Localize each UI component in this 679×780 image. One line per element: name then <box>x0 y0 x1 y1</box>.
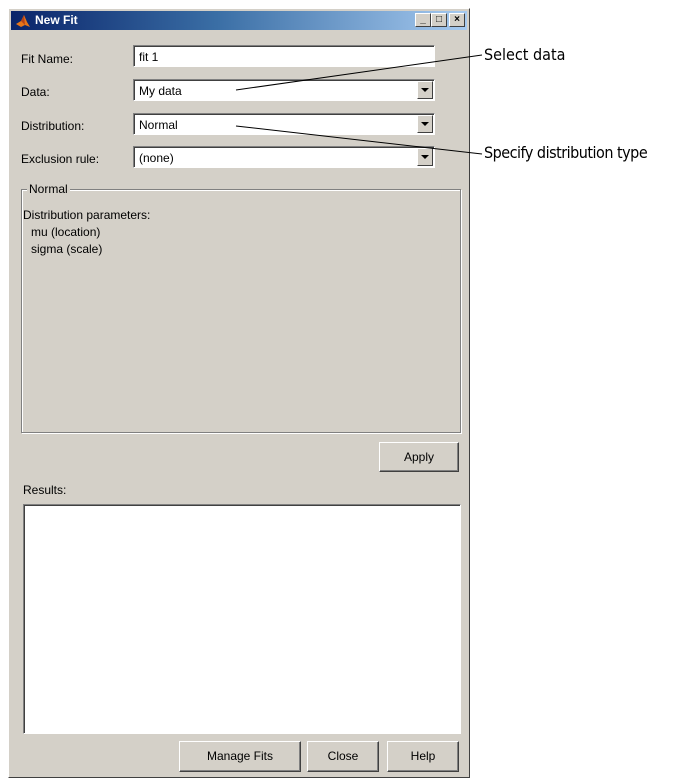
distribution-leader-line <box>235 125 483 155</box>
callout-lines <box>235 54 483 155</box>
callout-specify-distribution: Specify distribution type <box>484 143 648 162</box>
select-data-leader-line <box>235 54 483 91</box>
callout-select-data: Select data <box>484 45 566 64</box>
